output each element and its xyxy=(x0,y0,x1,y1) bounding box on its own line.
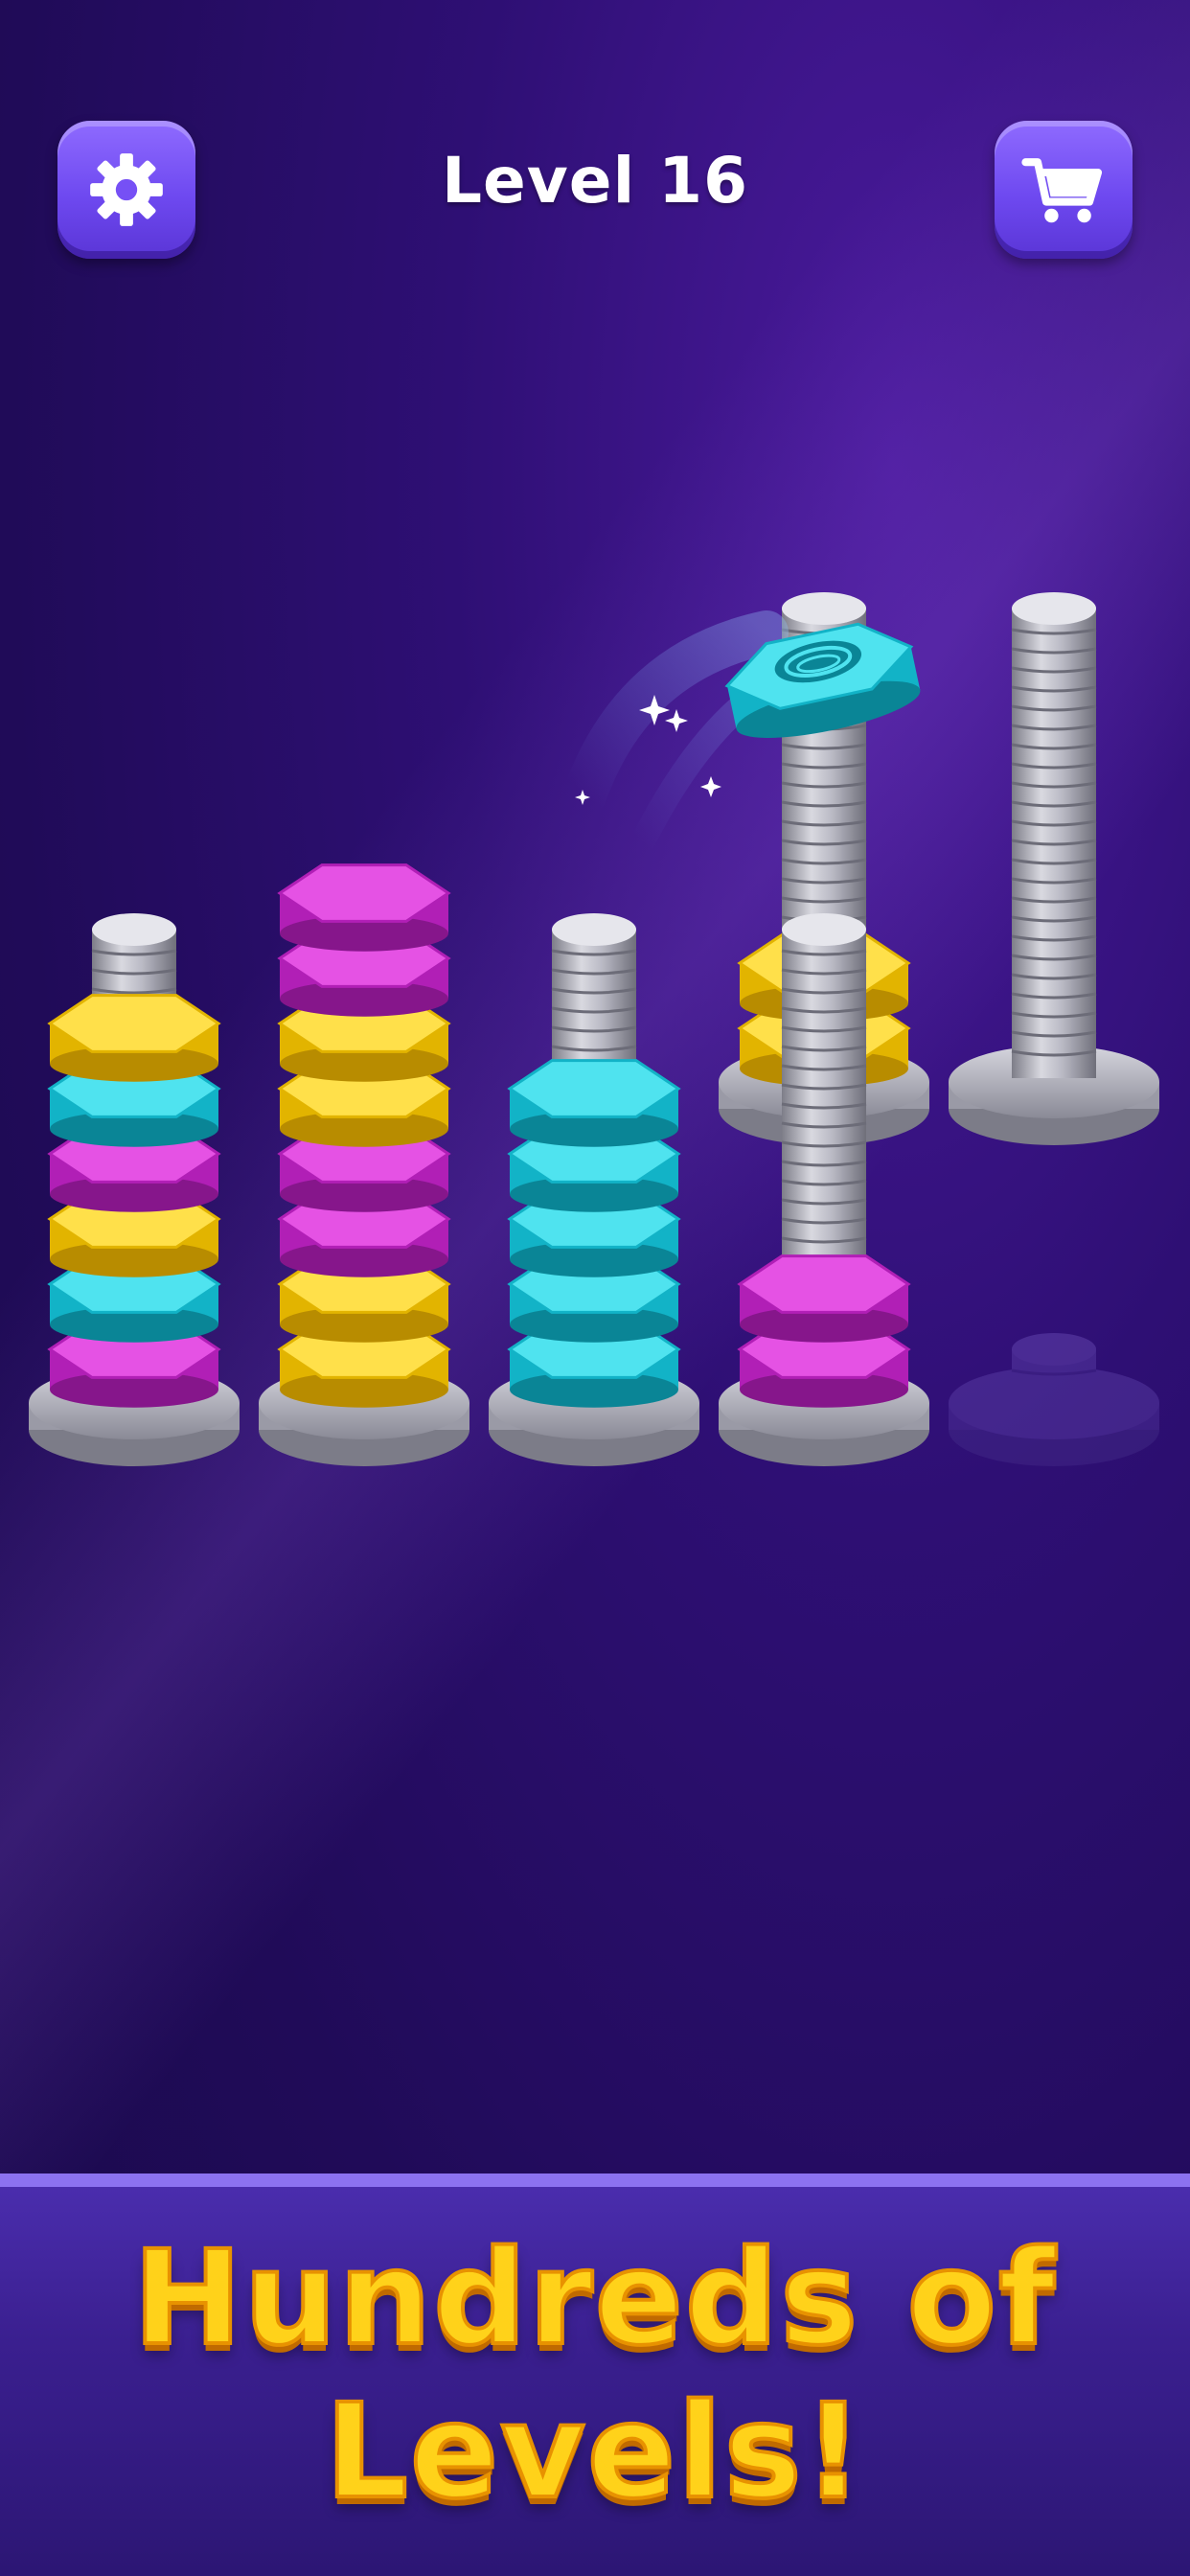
banner-title-line2: Levels! xyxy=(323,2375,865,2530)
nut-magenta[interactable] xyxy=(277,863,451,952)
bolt-shaft xyxy=(1011,592,1097,1078)
banner-title-line1: Hundreds of xyxy=(131,2221,1058,2377)
peg-3[interactable] xyxy=(489,913,699,1466)
sparkle-icon xyxy=(665,709,688,732)
nut-cyan[interactable] xyxy=(507,1059,681,1147)
flying-nut xyxy=(562,610,921,856)
sparkle-icon xyxy=(700,776,721,797)
shop-button[interactable] xyxy=(995,121,1133,259)
peg-2[interactable] xyxy=(259,863,469,1466)
game-board xyxy=(29,592,1159,1466)
cart-icon xyxy=(1021,158,1103,223)
peg-1[interactable] xyxy=(29,913,240,1466)
bolt-shaft xyxy=(1011,1333,1097,1399)
nut-yellow[interactable] xyxy=(47,994,221,1082)
nut-magenta[interactable] xyxy=(737,1254,911,1343)
locked-peg-slot xyxy=(949,1333,1159,1466)
peg-5[interactable] xyxy=(949,592,1159,1145)
